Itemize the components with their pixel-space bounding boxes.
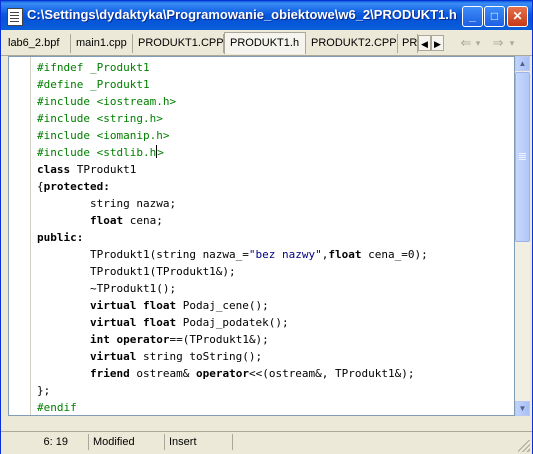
code-token: TProdukt1(string nazwa_= — [37, 248, 249, 261]
code-token: virtual float — [89, 299, 177, 312]
code-token: Podaj_podatek(); — [176, 316, 289, 329]
code-token: ==(TProdukt1&); — [169, 333, 269, 346]
resize-grip-icon[interactable] — [518, 440, 530, 452]
code-token: TProdukt1 — [70, 163, 137, 176]
code-line[interactable]: #define _Produkt1 — [37, 76, 428, 93]
back-dropdown-icon[interactable]: ▾ — [473, 35, 483, 51]
code-token: #include <iomanip.h> — [37, 129, 170, 142]
code-token: cena; — [123, 214, 163, 227]
code-token: friend — [89, 367, 130, 380]
tab-main1-cpp[interactable]: main1.cpp — [71, 34, 133, 53]
code-token: virtual float — [89, 316, 177, 329]
forward-icon[interactable]: ⇒ — [487, 35, 509, 51]
maximize-button[interactable]: □ — [484, 6, 505, 27]
code-token: string toString(); — [136, 350, 263, 363]
code-token: }; — [37, 384, 51, 397]
code-token: TProdukt1(TProdukt1&); — [37, 265, 236, 278]
code-line[interactable]: int operator==(TProdukt1&); — [37, 331, 428, 348]
code-token: #endif — [37, 401, 77, 414]
code-editor[interactable]: #ifndef _Produkt1 #define _Produkt1 #inclu… — [8, 56, 515, 416]
tab-produkt2-h[interactable]: PRODUKT2.h — [398, 34, 418, 53]
cursor-position: 6: 19 — [3, 434, 89, 450]
code-line[interactable]: class TProdukt1 — [37, 161, 428, 178]
code-token: > — [157, 146, 164, 159]
code-token: ~TProdukt1(); — [37, 282, 177, 295]
scroll-up-icon[interactable]: ▲ — [515, 56, 530, 71]
insert-mode-status: Insert — [165, 434, 233, 450]
code-token: #include <string.h> — [37, 112, 163, 125]
editor-window: C:\Settings\dydaktyka\Programowanie_obie… — [0, 0, 533, 454]
code-token: #include <iostream.h> — [37, 95, 177, 108]
code-line[interactable]: friend ostream& operator<<(ostream&, TPr… — [37, 365, 428, 382]
code-token: float — [89, 214, 124, 227]
code-line[interactable]: {protected: — [37, 178, 428, 195]
gutter[interactable] — [9, 57, 31, 415]
code-token: <<(ostream&, TProdukt1&); — [248, 367, 415, 380]
code-token: int operator — [89, 333, 170, 346]
modified-status: Modified — [89, 434, 165, 450]
code-line[interactable]: virtual float Podaj_podatek(); — [37, 314, 428, 331]
code-token: operator — [195, 367, 249, 380]
code-content[interactable]: #ifndef _Produkt1 #define _Produkt1 #inclu… — [37, 59, 428, 416]
tab-produkt1-cpp[interactable]: PRODUKT1.CPP — [133, 34, 224, 53]
code-line[interactable]: ~TProdukt1(); — [37, 280, 428, 297]
window-title: C:\Settings\dydaktyka\Programowanie_obie… — [27, 7, 457, 22]
code-line[interactable]: float cena; — [37, 212, 428, 229]
file-tabs: lab6_2.bpf main1.cpp PRODUKT1.CPP PRODUK… — [1, 31, 532, 56]
code-line[interactable]: #include <string.h> — [37, 110, 428, 127]
close-button[interactable]: ✕ — [507, 6, 528, 27]
code-token: #include <stdlib.h — [37, 146, 157, 159]
forward-dropdown-icon[interactable]: ▾ — [507, 35, 517, 51]
code-token: string nazwa; — [37, 197, 177, 210]
code-token: cena_=0); — [361, 248, 428, 261]
code-line[interactable]: }; — [37, 382, 428, 399]
code-line[interactable]: public: — [37, 229, 428, 246]
code-token: { — [37, 180, 44, 193]
code-token: float — [328, 248, 362, 261]
scroll-down-icon[interactable]: ▼ — [515, 401, 530, 416]
code-token: Podaj_cene(); — [176, 299, 269, 312]
tab-scroll-left-icon[interactable]: ◀ — [418, 35, 431, 51]
tab-scroll-right-icon[interactable]: ▶ — [431, 35, 444, 51]
document-icon[interactable] — [7, 8, 23, 26]
code-token: ostream& — [129, 367, 196, 380]
status-bar: 6: 19 Modified Insert — [1, 431, 532, 454]
code-token: "bez nazwy" — [248, 248, 322, 261]
code-token: class — [37, 163, 71, 176]
code-line[interactable]: #endif — [37, 399, 428, 416]
tab-produkt2-cpp[interactable]: PRODUKT2.CPP — [306, 34, 398, 53]
code-line[interactable]: TProdukt1(string nazwa_="bez nazwy",floa… — [37, 246, 428, 263]
code-line[interactable]: virtual string toString(); — [37, 348, 428, 365]
code-line[interactable]: virtual float Podaj_cene(); — [37, 297, 428, 314]
tab-produkt1-h[interactable]: PRODUKT1.h — [224, 32, 306, 54]
code-line[interactable]: #include <stdlib.h> — [37, 144, 428, 161]
code-token: protected: — [43, 180, 110, 193]
code-line[interactable]: string nazwa; — [37, 195, 428, 212]
vertical-scrollbar[interactable]: ▲ ▼ — [515, 56, 530, 416]
tab-lab6-2-bpf[interactable]: lab6_2.bpf — [3, 34, 71, 53]
code-token: #ifndef _Produkt1 — [37, 61, 150, 74]
code-token: virtual — [89, 350, 137, 363]
code-token: #define _Produkt1 — [37, 78, 150, 91]
scroll-thumb[interactable] — [515, 72, 530, 242]
minimize-button[interactable]: _ — [462, 6, 483, 27]
code-line[interactable]: #include <iostream.h> — [37, 93, 428, 110]
code-token: public: — [37, 231, 84, 244]
code-line[interactable]: TProdukt1(TProdukt1&); — [37, 263, 428, 280]
code-line[interactable]: #include <iomanip.h> — [37, 127, 428, 144]
title-bar[interactable]: C:\Settings\dydaktyka\Programowanie_obie… — [1, 1, 532, 30]
code-line[interactable]: #ifndef _Produkt1 — [37, 59, 428, 76]
